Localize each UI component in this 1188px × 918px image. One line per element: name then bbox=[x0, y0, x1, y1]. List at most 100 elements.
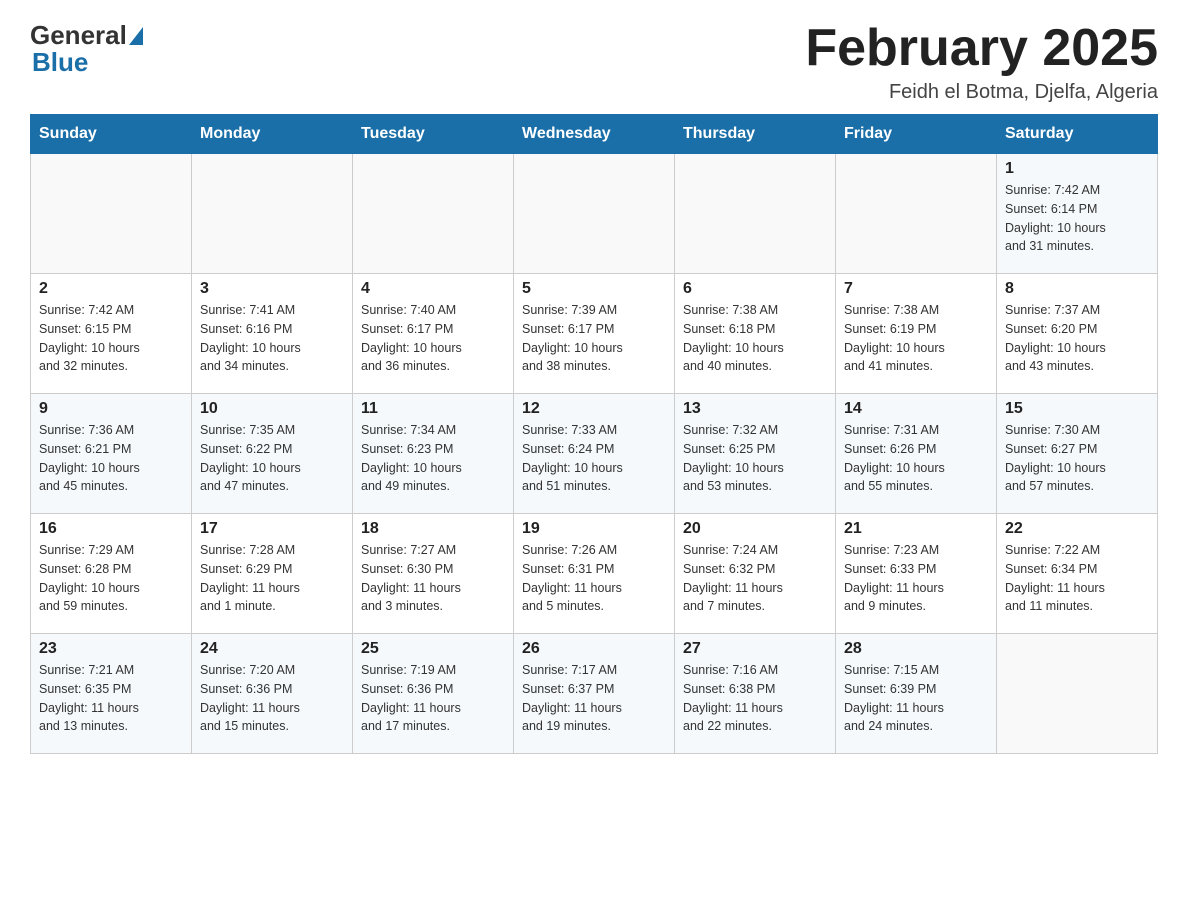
day-number: 4 bbox=[361, 280, 505, 298]
day-info: Sunrise: 7:42 AM Sunset: 6:15 PM Dayligh… bbox=[39, 301, 183, 376]
day-info: Sunrise: 7:35 AM Sunset: 6:22 PM Dayligh… bbox=[200, 421, 344, 496]
calendar-cell: 26 Sunrise: 7:17 AM Sunset: 6:37 PM Dayli… bbox=[514, 634, 675, 754]
calendar-cell bbox=[997, 634, 1158, 754]
day-info: Sunrise: 7:22 AM Sunset: 6:34 PM Dayligh… bbox=[1005, 541, 1149, 616]
day-number: 13 bbox=[683, 400, 827, 418]
day-number: 12 bbox=[522, 400, 666, 418]
day-number: 25 bbox=[361, 640, 505, 658]
calendar-cell: 19 Sunrise: 7:26 AM Sunset: 6:31 PM Dayli… bbox=[514, 514, 675, 634]
calendar-cell: 21 Sunrise: 7:23 AM Sunset: 6:33 PM Dayli… bbox=[836, 514, 997, 634]
calendar-cell bbox=[514, 154, 675, 274]
day-info: Sunrise: 7:23 AM Sunset: 6:33 PM Dayligh… bbox=[844, 541, 988, 616]
day-info: Sunrise: 7:27 AM Sunset: 6:30 PM Dayligh… bbox=[361, 541, 505, 616]
calendar-cell: 9 Sunrise: 7:36 AM Sunset: 6:21 PM Daylig… bbox=[31, 394, 192, 514]
calendar-cell: 16Sunrise: 7:29 AM Sunset: 6:28 PM Dayli… bbox=[31, 514, 192, 634]
calendar-cell: 23 Sunrise: 7:21 AM Sunset: 6:35 PM Dayli… bbox=[31, 634, 192, 754]
day-number: 21 bbox=[844, 520, 988, 538]
calendar-cell: 4Sunrise: 7:40 AM Sunset: 6:17 PM Daylig… bbox=[353, 274, 514, 394]
day-info: Sunrise: 7:26 AM Sunset: 6:31 PM Dayligh… bbox=[522, 541, 666, 616]
day-info: Sunrise: 7:33 AM Sunset: 6:24 PM Dayligh… bbox=[522, 421, 666, 496]
title-block: February 2025 Feidh el Botma, Djelfa, Al… bbox=[805, 20, 1158, 104]
day-number: 11 bbox=[361, 400, 505, 418]
calendar-cell: 15 Sunrise: 7:30 AM Sunset: 6:27 PM Dayli… bbox=[997, 394, 1158, 514]
calendar-week-row: 9 Sunrise: 7:36 AM Sunset: 6:21 PM Daylig… bbox=[31, 394, 1158, 514]
day-info: Sunrise: 7:36 AM Sunset: 6:21 PM Dayligh… bbox=[39, 421, 183, 496]
day-info: Sunrise: 7:39 AM Sunset: 6:17 PM Dayligh… bbox=[522, 301, 666, 376]
day-number: 23 bbox=[39, 640, 183, 658]
day-number: 2 bbox=[39, 280, 183, 298]
day-info: Sunrise: 7:19 AM Sunset: 6:36 PM Dayligh… bbox=[361, 661, 505, 736]
day-number: 9 bbox=[39, 400, 183, 418]
calendar-cell bbox=[836, 154, 997, 274]
day-number: 24 bbox=[200, 640, 344, 658]
calendar-cell: 14 Sunrise: 7:31 AM Sunset: 6:26 PM Dayli… bbox=[836, 394, 997, 514]
calendar-cell: 13 Sunrise: 7:32 AM Sunset: 6:25 PM Dayli… bbox=[675, 394, 836, 514]
calendar-cell: 6Sunrise: 7:38 AM Sunset: 6:18 PM Daylig… bbox=[675, 274, 836, 394]
day-number: 17 bbox=[200, 520, 344, 538]
day-number: 14 bbox=[844, 400, 988, 418]
calendar-cell bbox=[192, 154, 353, 274]
calendar-week-row: 1Sunrise: 7:42 AM Sunset: 6:14 PM Daylig… bbox=[31, 154, 1158, 274]
day-number: 10 bbox=[200, 400, 344, 418]
day-number: 1 bbox=[1005, 160, 1149, 178]
calendar-cell: 1Sunrise: 7:42 AM Sunset: 6:14 PM Daylig… bbox=[997, 154, 1158, 274]
day-info: Sunrise: 7:28 AM Sunset: 6:29 PM Dayligh… bbox=[200, 541, 344, 616]
day-info: Sunrise: 7:20 AM Sunset: 6:36 PM Dayligh… bbox=[200, 661, 344, 736]
day-info: Sunrise: 7:29 AM Sunset: 6:28 PM Dayligh… bbox=[39, 541, 183, 616]
day-info: Sunrise: 7:31 AM Sunset: 6:26 PM Dayligh… bbox=[844, 421, 988, 496]
calendar-cell bbox=[31, 154, 192, 274]
day-number: 19 bbox=[522, 520, 666, 538]
calendar-week-row: 23 Sunrise: 7:21 AM Sunset: 6:35 PM Dayli… bbox=[31, 634, 1158, 754]
day-info: Sunrise: 7:41 AM Sunset: 6:16 PM Dayligh… bbox=[200, 301, 344, 376]
calendar-cell: 17 Sunrise: 7:28 AM Sunset: 6:29 PM Dayli… bbox=[192, 514, 353, 634]
day-number: 8 bbox=[1005, 280, 1149, 298]
day-info: Sunrise: 7:30 AM Sunset: 6:27 PM Dayligh… bbox=[1005, 421, 1149, 496]
day-info: Sunrise: 7:17 AM Sunset: 6:37 PM Dayligh… bbox=[522, 661, 666, 736]
day-number: 28 bbox=[844, 640, 988, 658]
weekday-header-sunday: Sunday bbox=[31, 115, 192, 154]
calendar-cell bbox=[353, 154, 514, 274]
calendar-cell: 25 Sunrise: 7:19 AM Sunset: 6:36 PM Dayli… bbox=[353, 634, 514, 754]
calendar-cell: 11Sunrise: 7:34 AM Sunset: 6:23 PM Dayli… bbox=[353, 394, 514, 514]
calendar-week-row: 16Sunrise: 7:29 AM Sunset: 6:28 PM Dayli… bbox=[31, 514, 1158, 634]
day-number: 7 bbox=[844, 280, 988, 298]
day-info: Sunrise: 7:24 AM Sunset: 6:32 PM Dayligh… bbox=[683, 541, 827, 616]
calendar-cell: 20 Sunrise: 7:24 AM Sunset: 6:32 PM Dayli… bbox=[675, 514, 836, 634]
location-subtitle: Feidh el Botma, Djelfa, Algeria bbox=[805, 81, 1158, 104]
calendar-cell: 12 Sunrise: 7:33 AM Sunset: 6:24 PM Dayli… bbox=[514, 394, 675, 514]
weekday-header-monday: Monday bbox=[192, 115, 353, 154]
calendar-cell: 8 Sunrise: 7:37 AM Sunset: 6:20 PM Daylig… bbox=[997, 274, 1158, 394]
logo-blue-text: Blue bbox=[32, 47, 88, 78]
page-header: General Blue February 2025 Feidh el Botm… bbox=[30, 20, 1158, 104]
weekday-header-tuesday: Tuesday bbox=[353, 115, 514, 154]
day-info: Sunrise: 7:38 AM Sunset: 6:18 PM Dayligh… bbox=[683, 301, 827, 376]
day-info: Sunrise: 7:21 AM Sunset: 6:35 PM Dayligh… bbox=[39, 661, 183, 736]
weekday-header-wednesday: Wednesday bbox=[514, 115, 675, 154]
month-title: February 2025 bbox=[805, 20, 1158, 77]
weekday-header-row: SundayMondayTuesdayWednesdayThursdayFrid… bbox=[31, 115, 1158, 154]
day-number: 22 bbox=[1005, 520, 1149, 538]
calendar-cell: 27Sunrise: 7:16 AM Sunset: 6:38 PM Dayli… bbox=[675, 634, 836, 754]
day-number: 18 bbox=[361, 520, 505, 538]
calendar-cell: 5Sunrise: 7:39 AM Sunset: 6:17 PM Daylig… bbox=[514, 274, 675, 394]
calendar-cell: 2 Sunrise: 7:42 AM Sunset: 6:15 PM Daylig… bbox=[31, 274, 192, 394]
day-number: 3 bbox=[200, 280, 344, 298]
calendar-cell bbox=[675, 154, 836, 274]
day-info: Sunrise: 7:32 AM Sunset: 6:25 PM Dayligh… bbox=[683, 421, 827, 496]
calendar-table: SundayMondayTuesdayWednesdayThursdayFrid… bbox=[30, 114, 1158, 754]
day-info: Sunrise: 7:37 AM Sunset: 6:20 PM Dayligh… bbox=[1005, 301, 1149, 376]
weekday-header-thursday: Thursday bbox=[675, 115, 836, 154]
weekday-header-friday: Friday bbox=[836, 115, 997, 154]
calendar-cell: 3 Sunrise: 7:41 AM Sunset: 6:16 PM Daylig… bbox=[192, 274, 353, 394]
day-number: 20 bbox=[683, 520, 827, 538]
calendar-cell: 18 Sunrise: 7:27 AM Sunset: 6:30 PM Dayli… bbox=[353, 514, 514, 634]
calendar-cell: 24 Sunrise: 7:20 AM Sunset: 6:36 PM Dayli… bbox=[192, 634, 353, 754]
calendar-cell: 28 Sunrise: 7:15 AM Sunset: 6:39 PM Dayli… bbox=[836, 634, 997, 754]
day-number: 26 bbox=[522, 640, 666, 658]
calendar-cell: 7Sunrise: 7:38 AM Sunset: 6:19 PM Daylig… bbox=[836, 274, 997, 394]
calendar-cell: 22 Sunrise: 7:22 AM Sunset: 6:34 PM Dayli… bbox=[997, 514, 1158, 634]
day-info: Sunrise: 7:15 AM Sunset: 6:39 PM Dayligh… bbox=[844, 661, 988, 736]
day-number: 27 bbox=[683, 640, 827, 658]
day-number: 15 bbox=[1005, 400, 1149, 418]
logo: General Blue bbox=[30, 20, 145, 78]
